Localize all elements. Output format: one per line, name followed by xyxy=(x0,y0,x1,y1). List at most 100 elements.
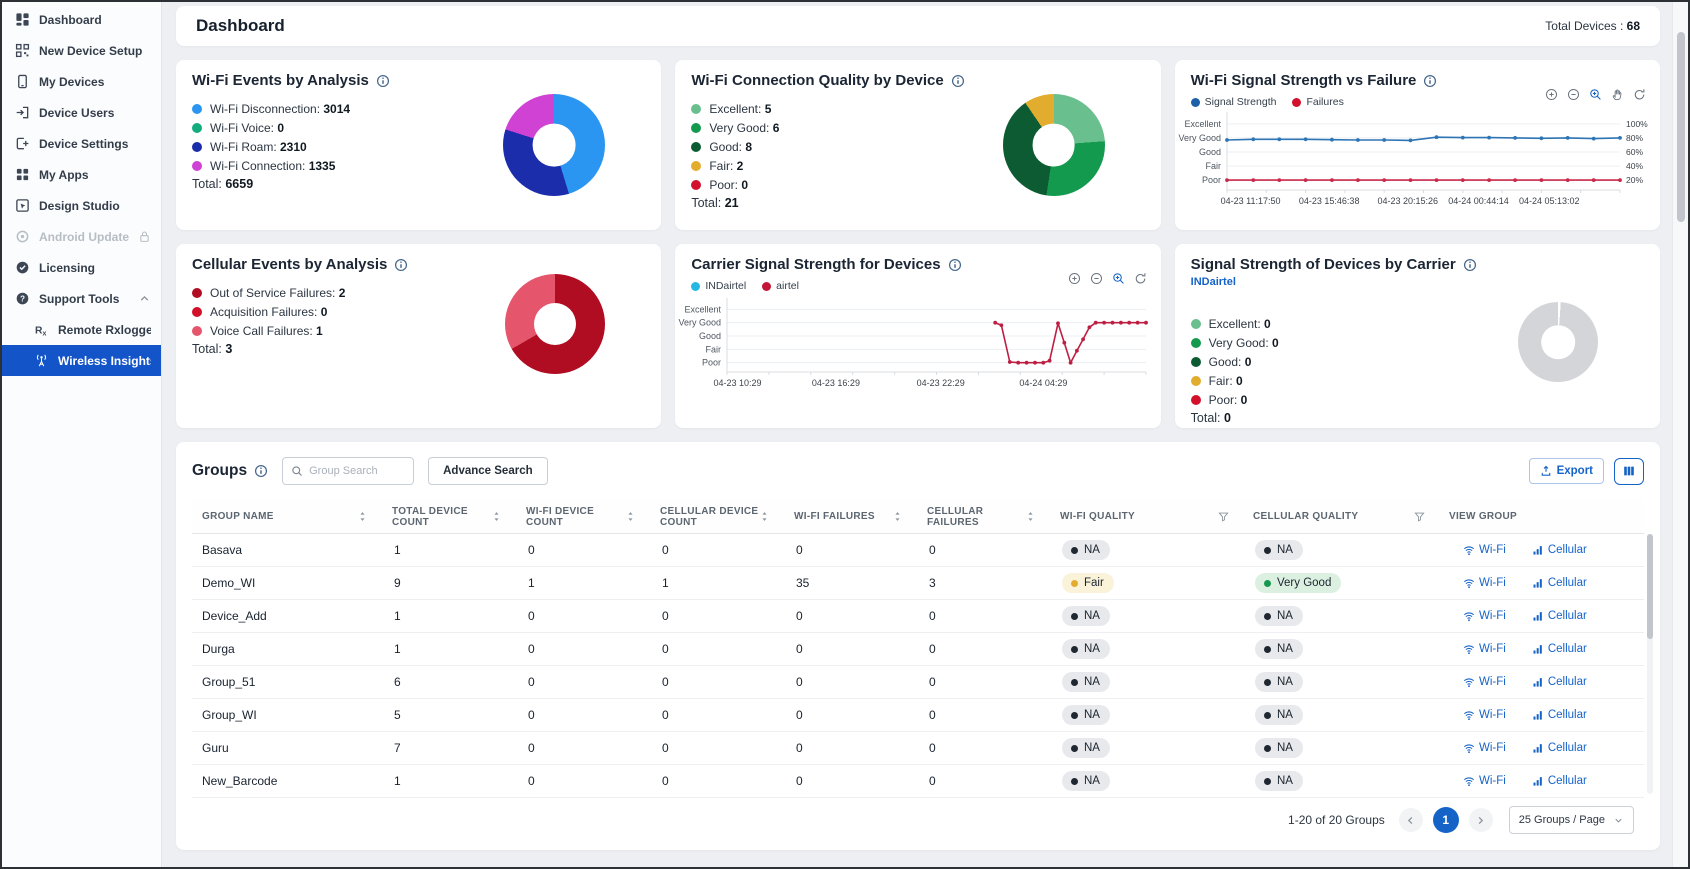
app-window: DashboardNew Device SetupMy DevicesDevic… xyxy=(0,0,1690,869)
quality-dot xyxy=(1071,745,1078,752)
search-icon xyxy=(291,465,303,477)
view-cellular-link[interactable]: Cellular xyxy=(1532,676,1587,688)
group-search-box[interactable] xyxy=(282,457,414,485)
view-cellular-link[interactable]: Cellular xyxy=(1532,577,1587,589)
sort-icon[interactable] xyxy=(1025,511,1036,522)
info-icon[interactable] xyxy=(254,464,268,478)
group-name-cell: Group_51 xyxy=(192,675,382,689)
view-cellular-link[interactable]: Cellular xyxy=(1532,610,1587,622)
view-wifi-link[interactable]: Wi-Fi xyxy=(1463,742,1506,754)
legend-item[interactable]: INDairtel xyxy=(691,280,746,292)
page-scrollbar-thumb[interactable] xyxy=(1677,32,1685,222)
view-wifi-link[interactable]: Wi-Fi xyxy=(1463,775,1506,787)
pan-icon[interactable] xyxy=(1611,88,1624,101)
sidebar-item-new-device-setup[interactable]: New Device Setup xyxy=(2,35,161,66)
sort-icon[interactable] xyxy=(892,511,903,522)
legend-dot xyxy=(691,180,701,190)
reset-icon[interactable] xyxy=(1134,272,1147,285)
advance-search-button[interactable]: Advance Search xyxy=(428,457,548,485)
view-wifi-link[interactable]: Wi-Fi xyxy=(1463,544,1506,556)
info-icon[interactable] xyxy=(948,258,962,272)
legend-dot xyxy=(691,104,701,114)
svg-text:Poor: Poor xyxy=(702,358,721,368)
next-page-button[interactable] xyxy=(1469,808,1493,832)
info-icon[interactable] xyxy=(1463,258,1477,272)
legend-item[interactable]: airtel xyxy=(762,280,799,292)
wifi-quality-donut-chart xyxy=(1003,94,1105,196)
reset-icon[interactable] xyxy=(1633,88,1646,101)
legend-item[interactable]: Failures xyxy=(1292,96,1343,108)
sidebar-item-wireless-insights[interactable]: Wireless Insights xyxy=(2,345,161,376)
sort-icon[interactable] xyxy=(357,511,368,522)
legend-label: Poor: 0 xyxy=(1209,393,1248,407)
sidebar-item-device-settings[interactable]: Device Settings xyxy=(2,128,161,159)
sidebar-item-licensing[interactable]: Licensing xyxy=(2,252,161,283)
sort-icon[interactable] xyxy=(625,511,636,522)
view-cellular-label: Cellular xyxy=(1548,577,1587,589)
view-cellular-link[interactable]: Cellular xyxy=(1532,775,1587,787)
info-icon[interactable] xyxy=(951,74,965,88)
legend-dot xyxy=(192,288,202,298)
view-wifi-link[interactable]: Wi-Fi xyxy=(1463,577,1506,589)
sort-icon[interactable] xyxy=(491,511,502,522)
view-cellular-link[interactable]: Cellular xyxy=(1532,709,1587,721)
sidebar-item-support-tools[interactable]: ?Support Tools xyxy=(2,283,161,314)
cellular-events-donut-chart xyxy=(505,274,605,374)
legend-item[interactable]: Signal Strength xyxy=(1191,96,1277,108)
dashboard-cards: Wi-Fi Events by Analysis Wi-Fi Disconnec… xyxy=(176,60,1660,428)
sidebar-item-remote-rxlogger[interactable]: RxRemote Rxlogger xyxy=(2,314,161,345)
filter-icon[interactable] xyxy=(1414,511,1425,522)
legend-label: airtel xyxy=(776,280,799,292)
table-row: Durga10000NANAWi-FiCellular xyxy=(192,633,1644,666)
info-icon[interactable] xyxy=(1423,74,1437,88)
quality-dot xyxy=(1264,580,1271,587)
group-search-input[interactable] xyxy=(309,465,405,477)
sidebar-item-my-apps[interactable]: My Apps xyxy=(2,159,161,190)
quality-dot xyxy=(1071,778,1078,785)
zoom-in-icon[interactable] xyxy=(1068,272,1081,285)
view-wifi-link[interactable]: Wi-Fi xyxy=(1463,676,1506,688)
quality-label: NA xyxy=(1084,544,1100,556)
selection-zoom-icon[interactable] xyxy=(1589,88,1602,101)
quality-label: NA xyxy=(1277,742,1293,754)
view-group-cell: Wi-Fi Cellular xyxy=(1439,544,1644,556)
sidebar-item-design-studio[interactable]: Design Studio xyxy=(2,190,161,221)
quality-label: Very Good xyxy=(1277,577,1331,589)
quality-badge: NA xyxy=(1255,639,1303,659)
group-name-cell: Group_WI xyxy=(192,708,382,722)
zoom-out-icon[interactable] xyxy=(1090,272,1103,285)
view-wifi-link[interactable]: Wi-Fi xyxy=(1463,610,1506,622)
view-wifi-link[interactable]: Wi-Fi xyxy=(1463,643,1506,655)
zoom-out-icon[interactable] xyxy=(1567,88,1580,101)
view-wifi-label: Wi-Fi xyxy=(1479,742,1506,754)
pagination-range: 1-20 of 20 Groups xyxy=(1288,813,1385,827)
table-scrollbar-thumb[interactable] xyxy=(1647,534,1653,639)
export-button[interactable]: Export xyxy=(1529,458,1604,484)
prev-page-button[interactable] xyxy=(1399,808,1423,832)
current-page-button[interactable]: 1 xyxy=(1433,807,1459,833)
zoom-in-icon[interactable] xyxy=(1545,88,1558,101)
cellular-quality-cell: NA xyxy=(1243,771,1439,791)
card-wifi-events: Wi-Fi Events by Analysis Wi-Fi Disconnec… xyxy=(176,60,661,230)
page-size-select[interactable]: 25 Groups / Page xyxy=(1509,806,1634,834)
design-studio-icon xyxy=(15,198,30,213)
sidebar-item-dashboard[interactable]: Dashboard xyxy=(2,4,161,35)
sidebar-item-android-updates[interactable]: Android Updates xyxy=(2,221,161,252)
columns-toggle-button[interactable] xyxy=(1614,458,1644,485)
filter-icon[interactable] xyxy=(1218,511,1229,522)
table-row: Group_WI50000NANAWi-FiCellular xyxy=(192,699,1644,732)
quality-badge: NA xyxy=(1255,606,1303,626)
sidebar-item-my-devices[interactable]: My Devices xyxy=(2,66,161,97)
legend-label: Good: 8 xyxy=(709,140,752,154)
carrier-name[interactable]: INDairtel xyxy=(1191,276,1644,288)
sort-icon[interactable] xyxy=(759,511,770,522)
svg-text:04-23 20:15:26: 04-23 20:15:26 xyxy=(1377,196,1438,206)
selection-zoom-icon[interactable] xyxy=(1112,272,1125,285)
view-wifi-link[interactable]: Wi-Fi xyxy=(1463,709,1506,721)
info-icon[interactable] xyxy=(376,74,390,88)
info-icon[interactable] xyxy=(394,258,408,272)
sidebar-item-device-users[interactable]: Device Users xyxy=(2,97,161,128)
view-cellular-link[interactable]: Cellular xyxy=(1532,742,1587,754)
view-cellular-link[interactable]: Cellular xyxy=(1532,643,1587,655)
view-cellular-link[interactable]: Cellular xyxy=(1532,544,1587,556)
